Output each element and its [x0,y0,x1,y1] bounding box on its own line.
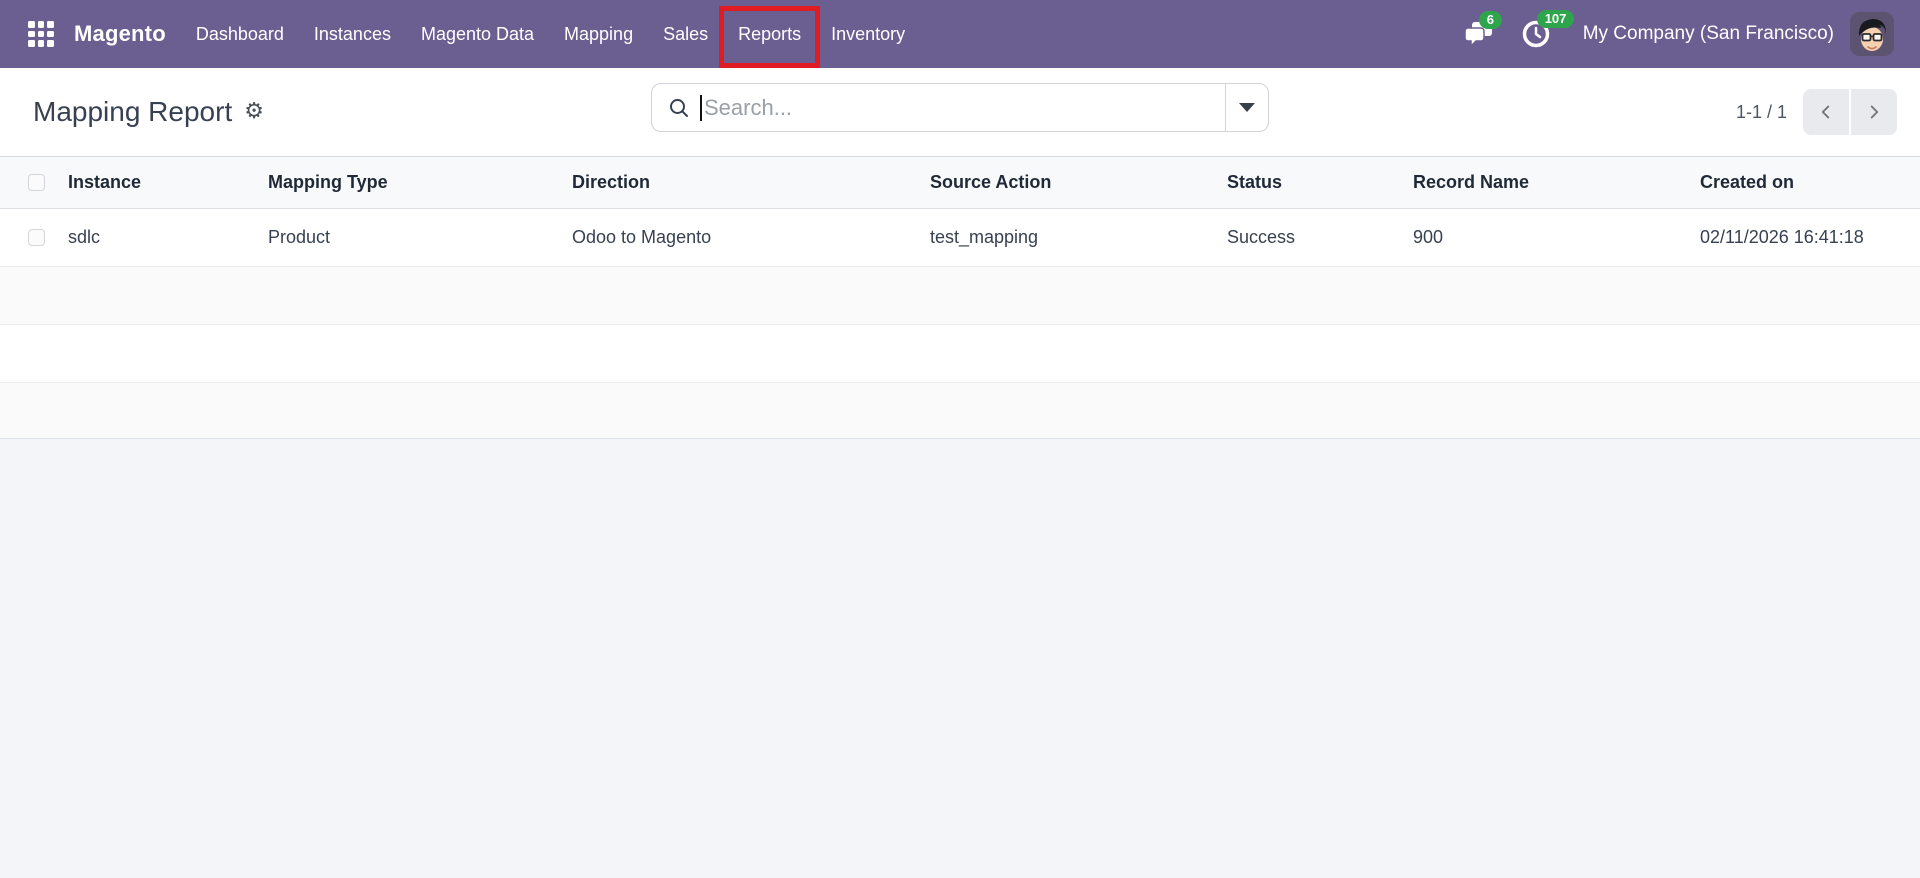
cell-source-action: test_mapping [930,227,1039,247]
column-header-status[interactable]: Status [1227,172,1413,193]
search-icon [670,98,688,117]
cell-mapping-type: Product [268,227,331,247]
cell-created-on: 02/11/2026 16:41:18 [1700,227,1864,247]
messages-badge: 6 [1478,11,1502,29]
chevron-right-icon [1870,105,1879,119]
column-header-created-on[interactable]: Created on [1700,172,1920,193]
app-brand[interactable]: Magento [74,21,166,47]
main-menu: Dashboard Instances Magento Data Mapping… [181,0,920,68]
pager-previous-button[interactable] [1803,89,1849,135]
activities-badge: 107 [1536,10,1575,28]
search-bar[interactable] [651,83,1269,132]
nav-item-dashboard[interactable]: Dashboard [181,0,299,68]
cell-record-name: 900 [1413,227,1444,247]
column-header-mapping-type[interactable]: Mapping Type [268,172,572,193]
table-header-row: Instance Mapping Type Direction Source A… [0,156,1920,209]
user-avatar[interactable] [1850,12,1894,56]
column-header-record-name[interactable]: Record Name [1413,172,1700,193]
chevron-down-icon [1239,103,1255,112]
column-header-source-action[interactable]: Source Action [930,172,1227,193]
nav-item-magento-data[interactable]: Magento Data [406,0,549,68]
page-background [0,439,1920,876]
cell-direction: Odoo to Magento [572,227,712,247]
pager-next-button[interactable] [1851,89,1897,135]
empty-row [0,267,1920,325]
nav-item-mapping[interactable]: Mapping [549,0,648,68]
cell-instance: sdlc [68,227,101,247]
empty-row [0,325,1920,383]
avatar-image [1850,12,1894,56]
top-navbar: Magento Dashboard Instances Magento Data… [0,0,1920,68]
column-header-direction[interactable]: Direction [572,172,930,193]
page-title: Mapping Report [33,96,233,127]
table-row[interactable]: sdlc Product Odoo to Magento test_mappin… [0,209,1920,267]
pager-value: 1-1 / 1 [1735,101,1787,122]
column-header-instance[interactable]: Instance [68,172,268,193]
apps-grid-icon[interactable] [28,21,54,47]
company-switcher[interactable]: My Company (San Francisco) [1583,23,1834,45]
search-dropdown-toggle[interactable] [1226,84,1268,131]
settings-gear-icon[interactable]: ⚙ [244,101,264,123]
nav-item-inventory[interactable]: Inventory [816,0,920,68]
chevron-left-icon [1821,105,1830,119]
empty-row [0,383,1920,439]
mapping-report-list: Instance Mapping Type Direction Source A… [0,156,1920,439]
control-panel: Mapping Report ⚙ 1-1 / 1 [0,68,1920,156]
messages-button[interactable]: 6 [1463,11,1502,48]
nav-item-instances[interactable]: Instances [299,0,406,68]
text-cursor [700,94,702,121]
activities-button[interactable]: 107 [1521,10,1575,49]
row-checkbox[interactable] [28,229,45,246]
cell-status: Success [1227,227,1296,247]
search-input[interactable] [704,94,1225,121]
nav-item-reports[interactable]: Reports [719,0,821,68]
select-all-checkbox[interactable] [28,174,45,191]
nav-item-sales[interactable]: Sales [648,0,723,68]
pager [1803,89,1897,135]
